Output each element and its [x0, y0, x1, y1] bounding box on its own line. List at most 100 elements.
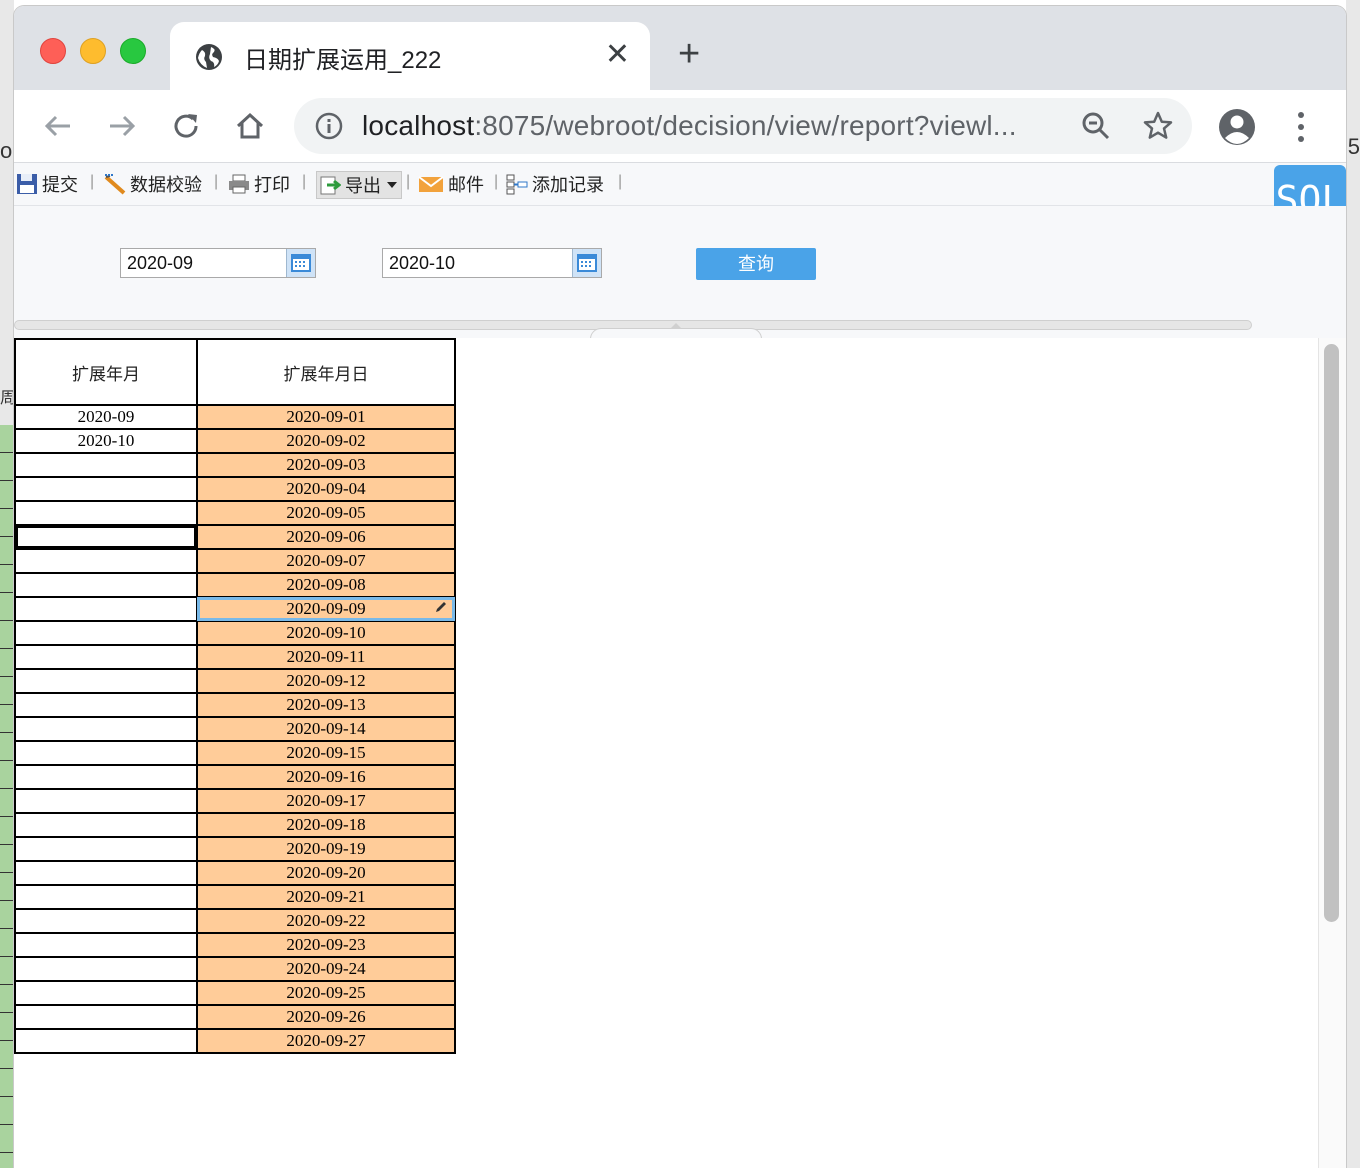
- cell-year-month-day[interactable]: 2020-09-18: [196, 812, 456, 838]
- menu-icon[interactable]: [1286, 108, 1316, 146]
- cell-year-month-day[interactable]: 2020-09-15: [196, 740, 456, 766]
- calendar-icon[interactable]: [572, 249, 601, 277]
- cell-year-month[interactable]: [14, 572, 198, 598]
- cell-year-month[interactable]: [14, 548, 198, 574]
- cell-year-month-day[interactable]: 2020-09-02: [196, 428, 456, 454]
- cell-year-month[interactable]: [14, 932, 198, 958]
- cell-year-month[interactable]: [14, 740, 198, 766]
- cell-year-month[interactable]: [14, 788, 198, 814]
- tab-close-icon[interactable]: ✕: [605, 38, 630, 72]
- cell-year-month[interactable]: [14, 596, 198, 622]
- window-close-button[interactable]: [40, 38, 66, 64]
- cell-year-month-day[interactable]: 2020-09-01: [196, 404, 456, 430]
- table-row: 2020-09-12: [14, 668, 456, 694]
- cell-year-month-day[interactable]: 2020-09-11: [196, 644, 456, 670]
- cell-year-month[interactable]: [14, 1028, 198, 1054]
- table-row: 2020-09-18: [14, 812, 456, 838]
- cell-year-month[interactable]: [14, 476, 198, 502]
- background-letter: o: [0, 138, 13, 163]
- cell-year-month[interactable]: [14, 884, 198, 910]
- cell-year-month[interactable]: [14, 668, 198, 694]
- star-icon[interactable]: [1142, 110, 1174, 142]
- cell-year-month-day[interactable]: 2020-09-10: [196, 620, 456, 646]
- cell-year-month[interactable]: 2020-09: [14, 404, 198, 430]
- cell-year-month[interactable]: [14, 620, 198, 646]
- cell-year-month-day[interactable]: 2020-09-24: [196, 956, 456, 982]
- start-date-input[interactable]: 2020-09: [120, 248, 316, 278]
- cell-year-month-day[interactable]: 2020-09-20: [196, 860, 456, 886]
- cell-text: 2020-09-05: [286, 503, 366, 522]
- cell-year-month[interactable]: [14, 692, 198, 718]
- back-icon[interactable]: [40, 108, 76, 144]
- profile-icon[interactable]: [1218, 108, 1256, 146]
- table-row: 2020-09 2020-09-01: [14, 404, 456, 430]
- cell-year-month[interactable]: [14, 764, 198, 790]
- cell-text: 2020-09-17: [286, 791, 366, 810]
- cell-year-month-day[interactable]: 2020-09-21: [196, 884, 456, 910]
- address-bar[interactable]: localhost:8075/webroot/decision/view/rep…: [294, 98, 1192, 154]
- cell-year-month[interactable]: [14, 1004, 198, 1030]
- cell-year-month-day[interactable]: 2020-09-27: [196, 1028, 456, 1054]
- cell-year-month-day[interactable]: 2020-09-04: [196, 476, 456, 502]
- cell-year-month-day[interactable]: 2020-09-08: [196, 572, 456, 598]
- report-table: 扩展年月 扩展年月日 2020-09 2020-09-01 2020-10 2020-…: [14, 338, 456, 1054]
- window-zoom-button[interactable]: [120, 38, 146, 64]
- cell-year-month-day-active[interactable]: 2020-09-09: [196, 596, 456, 622]
- cell-year-month-day[interactable]: 2020-09-22: [196, 908, 456, 934]
- header-year-month-day[interactable]: 扩展年月日: [196, 338, 456, 406]
- zoom-icon[interactable]: [1080, 110, 1112, 142]
- cell-year-month-day[interactable]: 2020-09-17: [196, 788, 456, 814]
- window-minimize-button[interactable]: [80, 38, 106, 64]
- verify-label: 数据校验: [130, 175, 202, 195]
- end-date-input[interactable]: 2020-10: [382, 248, 602, 278]
- cell-year-month-day[interactable]: 2020-09-13: [196, 692, 456, 718]
- cell-year-month[interactable]: [14, 500, 198, 526]
- cell-text: 2020-09-13: [286, 695, 366, 714]
- cell-year-month[interactable]: [14, 980, 198, 1006]
- query-button[interactable]: 查询: [696, 248, 816, 280]
- vertical-scrollbar[interactable]: [1324, 344, 1339, 922]
- table-row: 2020-09-10: [14, 620, 456, 646]
- home-icon[interactable]: [232, 108, 268, 144]
- cell-year-month[interactable]: [14, 716, 198, 742]
- cell-year-month[interactable]: [14, 860, 198, 886]
- cell-year-month-day[interactable]: 2020-09-23: [196, 932, 456, 958]
- mail-button[interactable]: 邮件: [418, 171, 484, 197]
- cell-year-month[interactable]: [14, 644, 198, 670]
- reload-icon[interactable]: [168, 108, 204, 144]
- cell-year-month[interactable]: [14, 956, 198, 982]
- cell-year-month[interactable]: [14, 908, 198, 934]
- cell-year-month[interactable]: [14, 524, 198, 550]
- cell-year-month-day[interactable]: 2020-09-16: [196, 764, 456, 790]
- background-app-right: 25: [1336, 0, 1360, 1168]
- cell-year-month-day[interactable]: 2020-09-14: [196, 716, 456, 742]
- table-row: 2020-09-22: [14, 908, 456, 934]
- export-dropdown[interactable]: 导出: [316, 171, 402, 199]
- url-text[interactable]: localhost:8075/webroot/decision/view/rep…: [362, 110, 1017, 142]
- cell-year-month-day[interactable]: 2020-09-25: [196, 980, 456, 1006]
- table-row: 2020-09-27: [14, 1028, 456, 1054]
- cell-year-month-day[interactable]: 2020-09-05: [196, 500, 456, 526]
- cell-year-month[interactable]: [14, 836, 198, 862]
- new-tab-button[interactable]: +: [678, 34, 700, 74]
- cell-year-month-day[interactable]: 2020-09-06: [196, 524, 456, 550]
- tab-report[interactable]: 日期扩展运用_222 ✕: [170, 22, 650, 90]
- cell-year-month-day[interactable]: 2020-09-12: [196, 668, 456, 694]
- add-record-label: 添加记录: [532, 175, 604, 195]
- calendar-icon[interactable]: [286, 249, 315, 277]
- cell-year-month-day[interactable]: 2020-09-07: [196, 548, 456, 574]
- cell-year-month-day[interactable]: 2020-09-26: [196, 1004, 456, 1030]
- verify-button[interactable]: 数据校验: [104, 171, 202, 197]
- cell-year-month[interactable]: [14, 812, 198, 838]
- cell-year-month-day[interactable]: 2020-09-03: [196, 452, 456, 478]
- header-year-month[interactable]: 扩展年月: [14, 338, 198, 406]
- add-record-button[interactable]: 添加记录: [506, 171, 604, 197]
- cell-year-month-day[interactable]: 2020-09-19: [196, 836, 456, 862]
- print-button[interactable]: 打印: [228, 171, 290, 197]
- cell-year-month[interactable]: [14, 452, 198, 478]
- info-icon[interactable]: [314, 111, 344, 141]
- forward-icon[interactable]: [104, 108, 140, 144]
- cell-text: 2020-09-19: [286, 839, 366, 858]
- submit-button[interactable]: 提交: [16, 171, 78, 197]
- cell-year-month[interactable]: 2020-10: [14, 428, 198, 454]
